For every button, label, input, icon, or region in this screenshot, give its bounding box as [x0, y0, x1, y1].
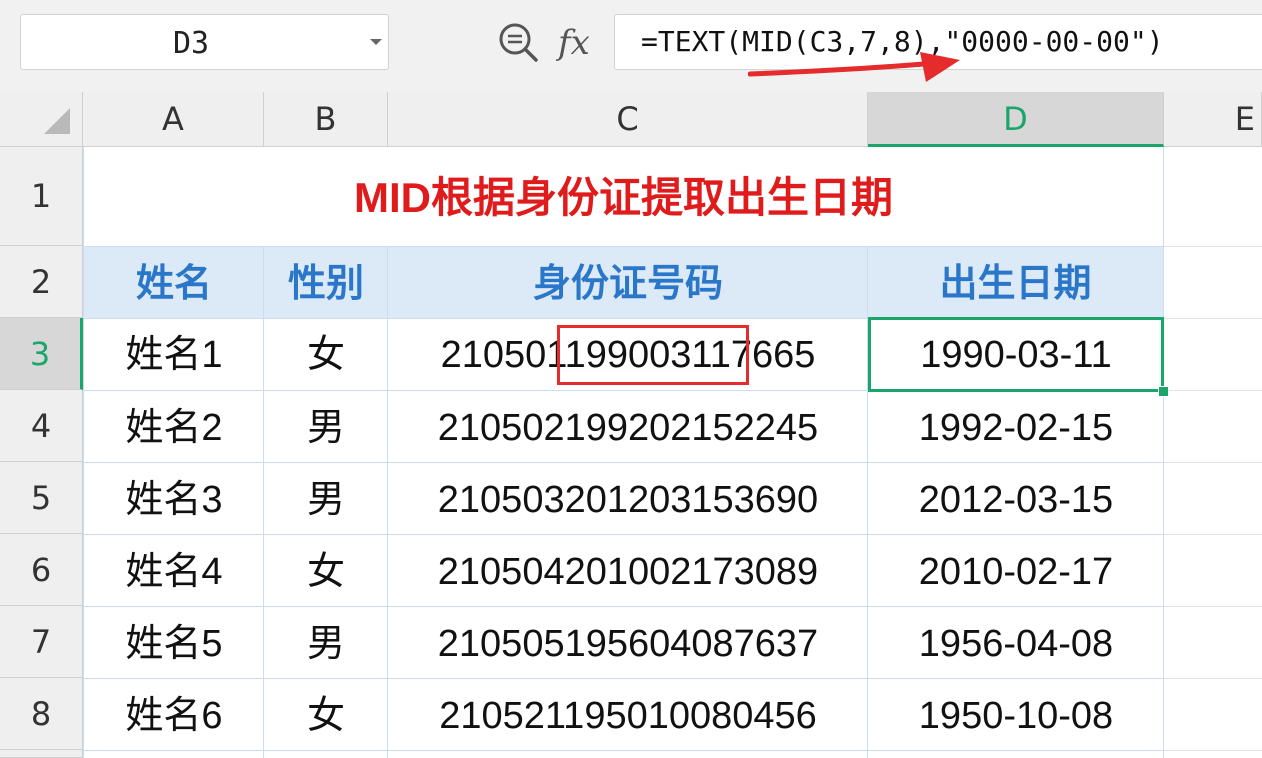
cell-gender[interactable]: 男 — [264, 462, 388, 534]
cell-gender[interactable]: 男 — [264, 606, 388, 678]
select-all-icon[interactable] — [44, 108, 70, 134]
sheet-title[interactable]: MID根据身份证提取出生日期 — [84, 148, 1163, 246]
grid-line — [83, 678, 1164, 679]
header-gender[interactable]: 性别 — [264, 247, 388, 318]
grid-line — [1164, 318, 1262, 319]
cell-name[interactable]: 姓名5 — [84, 606, 264, 678]
grid-line — [1163, 147, 1164, 758]
header-name[interactable]: 姓名 — [84, 247, 264, 318]
red-arrow-annotation — [748, 52, 960, 82]
fx-icon[interactable]: fx — [558, 20, 590, 66]
row-header-4[interactable]: 4 — [0, 390, 83, 462]
grid-line — [263, 246, 264, 758]
cell-birth-date[interactable]: 1950-10-08 — [868, 678, 1164, 750]
header-birth-date[interactable]: 出生日期 — [868, 247, 1163, 318]
formula-bar: D3 fx =TEXT(MID(C3,7,8),"0000-00-00") — [0, 0, 1262, 92]
cell-id-number[interactable]: 210503201203153690 — [388, 462, 868, 534]
cell-name[interactable]: 姓名3 — [84, 462, 264, 534]
grid-line — [83, 534, 1164, 535]
grid-line — [1164, 606, 1262, 607]
column-header-a[interactable]: A — [83, 92, 264, 147]
name-box[interactable]: D3 — [20, 14, 389, 70]
cell-name[interactable]: 姓名1 — [84, 318, 264, 390]
grid-line — [83, 147, 84, 758]
row-header-9[interactable] — [0, 750, 83, 758]
header-id-number[interactable]: 身份证号码 — [388, 247, 868, 318]
cell-id-number[interactable]: 210505195604087637 — [388, 606, 868, 678]
birth-digits-highlight — [557, 325, 749, 385]
cell-gender[interactable]: 女 — [264, 534, 388, 606]
grid-line — [387, 246, 388, 758]
cell-name[interactable]: 姓名6 — [84, 678, 264, 750]
column-header-e[interactable]: E — [1164, 92, 1262, 147]
cell-name[interactable]: 姓名2 — [84, 390, 264, 462]
cell-id-number[interactable]: 210521195010080456 — [388, 678, 868, 750]
grid-line — [1164, 678, 1262, 679]
zoom-formula-icon[interactable] — [496, 20, 542, 66]
grid-line — [1164, 246, 1262, 247]
column-header-c[interactable]: C — [388, 92, 868, 147]
grid-line — [1164, 390, 1262, 391]
row-header-5[interactable]: 5 — [0, 462, 83, 534]
select-all-corner[interactable] — [0, 92, 83, 147]
cell-birth-date[interactable]: 2010-02-17 — [868, 534, 1164, 606]
grid-line — [83, 462, 1164, 463]
grid-line — [1164, 462, 1262, 463]
cell-id-number[interactable]: 210502199202152245 — [388, 390, 868, 462]
row-header-6[interactable]: 6 — [0, 534, 83, 606]
row-header-3[interactable]: 3 — [0, 318, 83, 390]
cell-gender[interactable]: 男 — [264, 390, 388, 462]
row-header-1[interactable]: 1 — [0, 147, 83, 246]
grid-line — [1164, 750, 1262, 751]
fill-handle[interactable] — [1158, 386, 1169, 397]
name-box-value[interactable]: D3 — [21, 15, 361, 69]
grid-line — [83, 750, 1164, 751]
column-header-d[interactable]: D — [868, 92, 1164, 147]
grid-line — [83, 606, 1164, 607]
row-header-8[interactable]: 8 — [0, 678, 83, 750]
cell-birth-date[interactable]: 2012-03-15 — [868, 462, 1164, 534]
active-cell-selection[interactable] — [868, 317, 1164, 392]
cell-birth-date[interactable]: 1956-04-08 — [868, 606, 1164, 678]
cell-gender[interactable]: 女 — [264, 318, 388, 390]
cell-id-number[interactable]: 210504201002173089 — [388, 534, 868, 606]
chevron-down-icon[interactable] — [370, 39, 382, 45]
column-header-b[interactable]: B — [264, 92, 388, 147]
row-header-2[interactable]: 2 — [0, 246, 83, 318]
row-header-7[interactable]: 7 — [0, 606, 83, 678]
grid-line — [83, 246, 1164, 247]
cell-gender[interactable]: 女 — [264, 678, 388, 750]
cell-birth-date[interactable]: 1992-02-15 — [868, 390, 1164, 462]
cell-name[interactable]: 姓名4 — [84, 534, 264, 606]
grid-line — [1164, 534, 1262, 535]
